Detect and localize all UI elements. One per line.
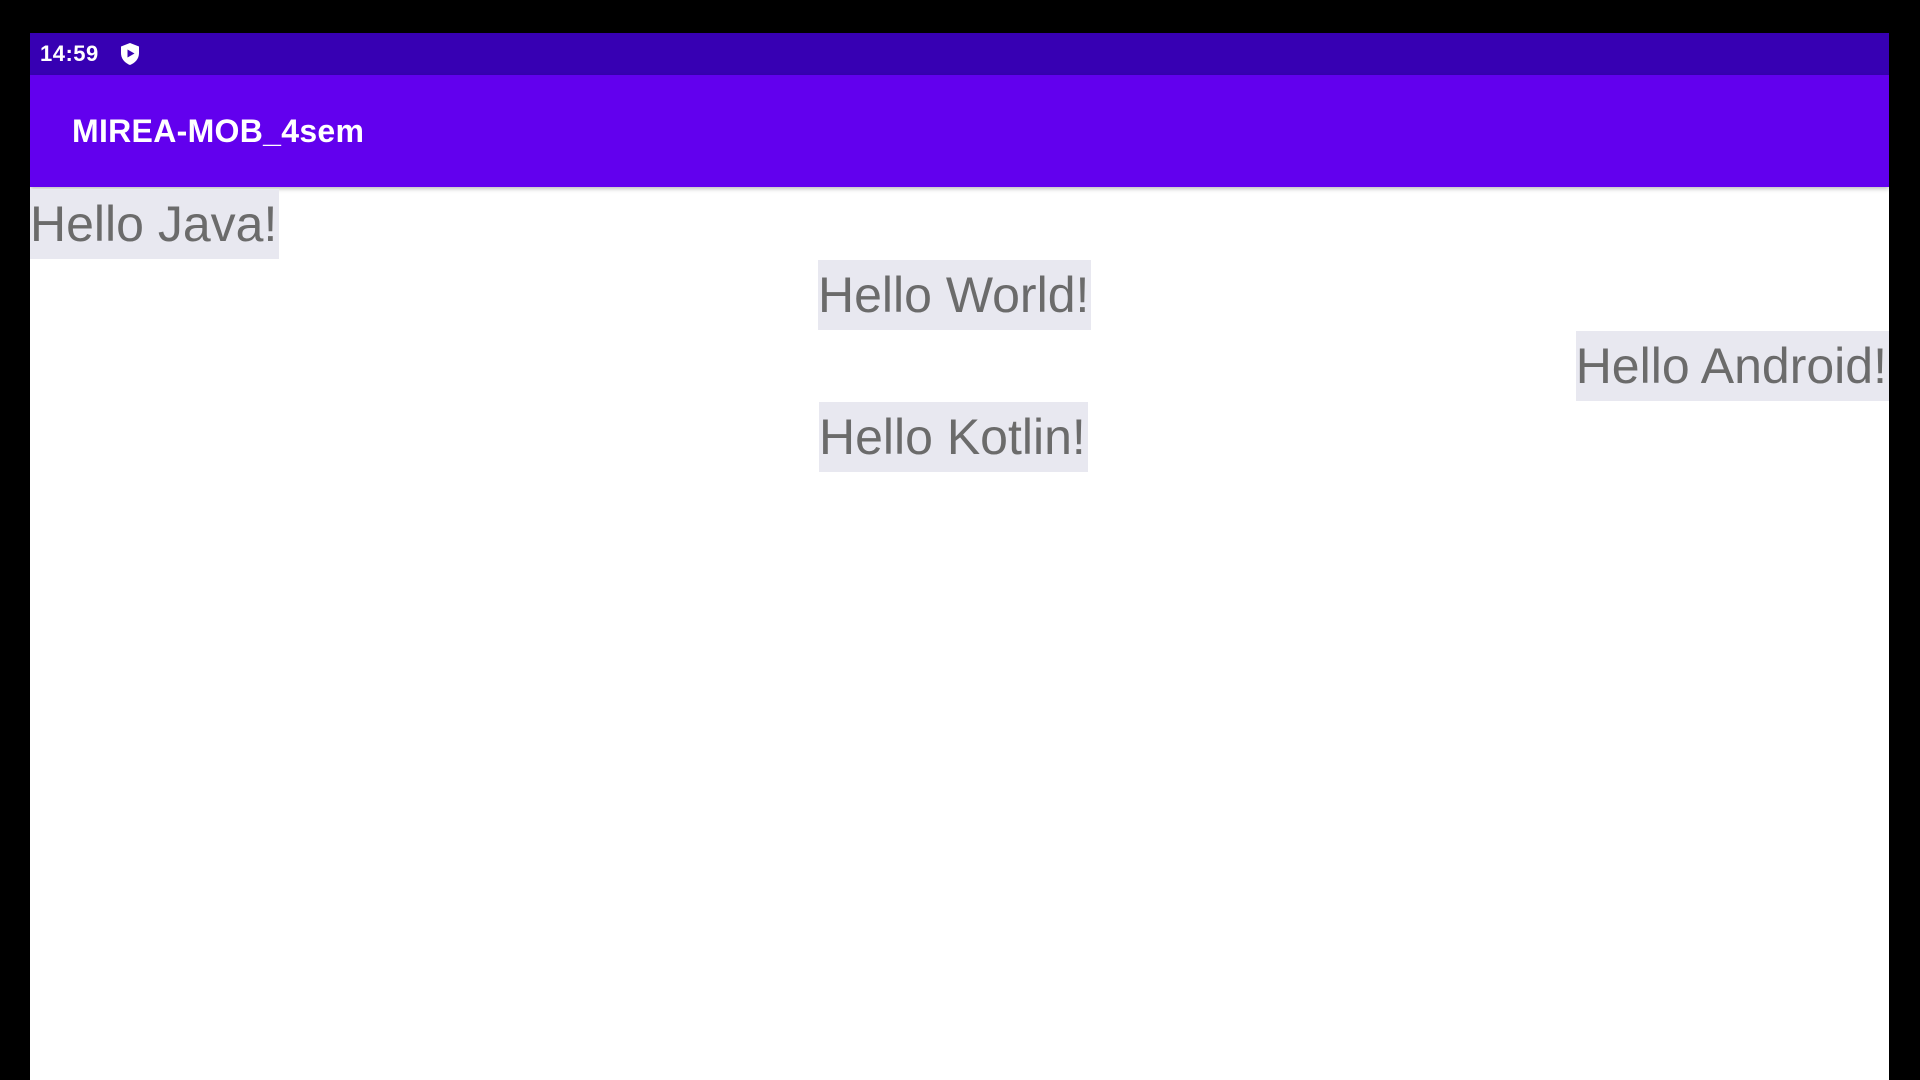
status-time: 14:59 bbox=[40, 41, 99, 66]
hello-kotlin-text: Hello Kotlin! bbox=[819, 402, 1088, 472]
shield-icon bbox=[119, 42, 141, 66]
main-content: Hello Java! Hello World! Hello Android! … bbox=[30, 187, 1889, 1080]
hello-world-text: Hello World! bbox=[818, 260, 1092, 330]
hello-android-text: Hello Android! bbox=[1575, 331, 1889, 401]
device-screen: 14:59 MIREA-MOB_4sem Hello Java! Hello W… bbox=[30, 33, 1889, 1080]
app-bar: MIREA-MOB_4sem bbox=[30, 75, 1889, 187]
app-title: MIREA-MOB_4sem bbox=[72, 112, 365, 149]
hello-java-text: Hello Java! bbox=[30, 189, 280, 259]
status-bar: 14:59 bbox=[30, 33, 1889, 75]
